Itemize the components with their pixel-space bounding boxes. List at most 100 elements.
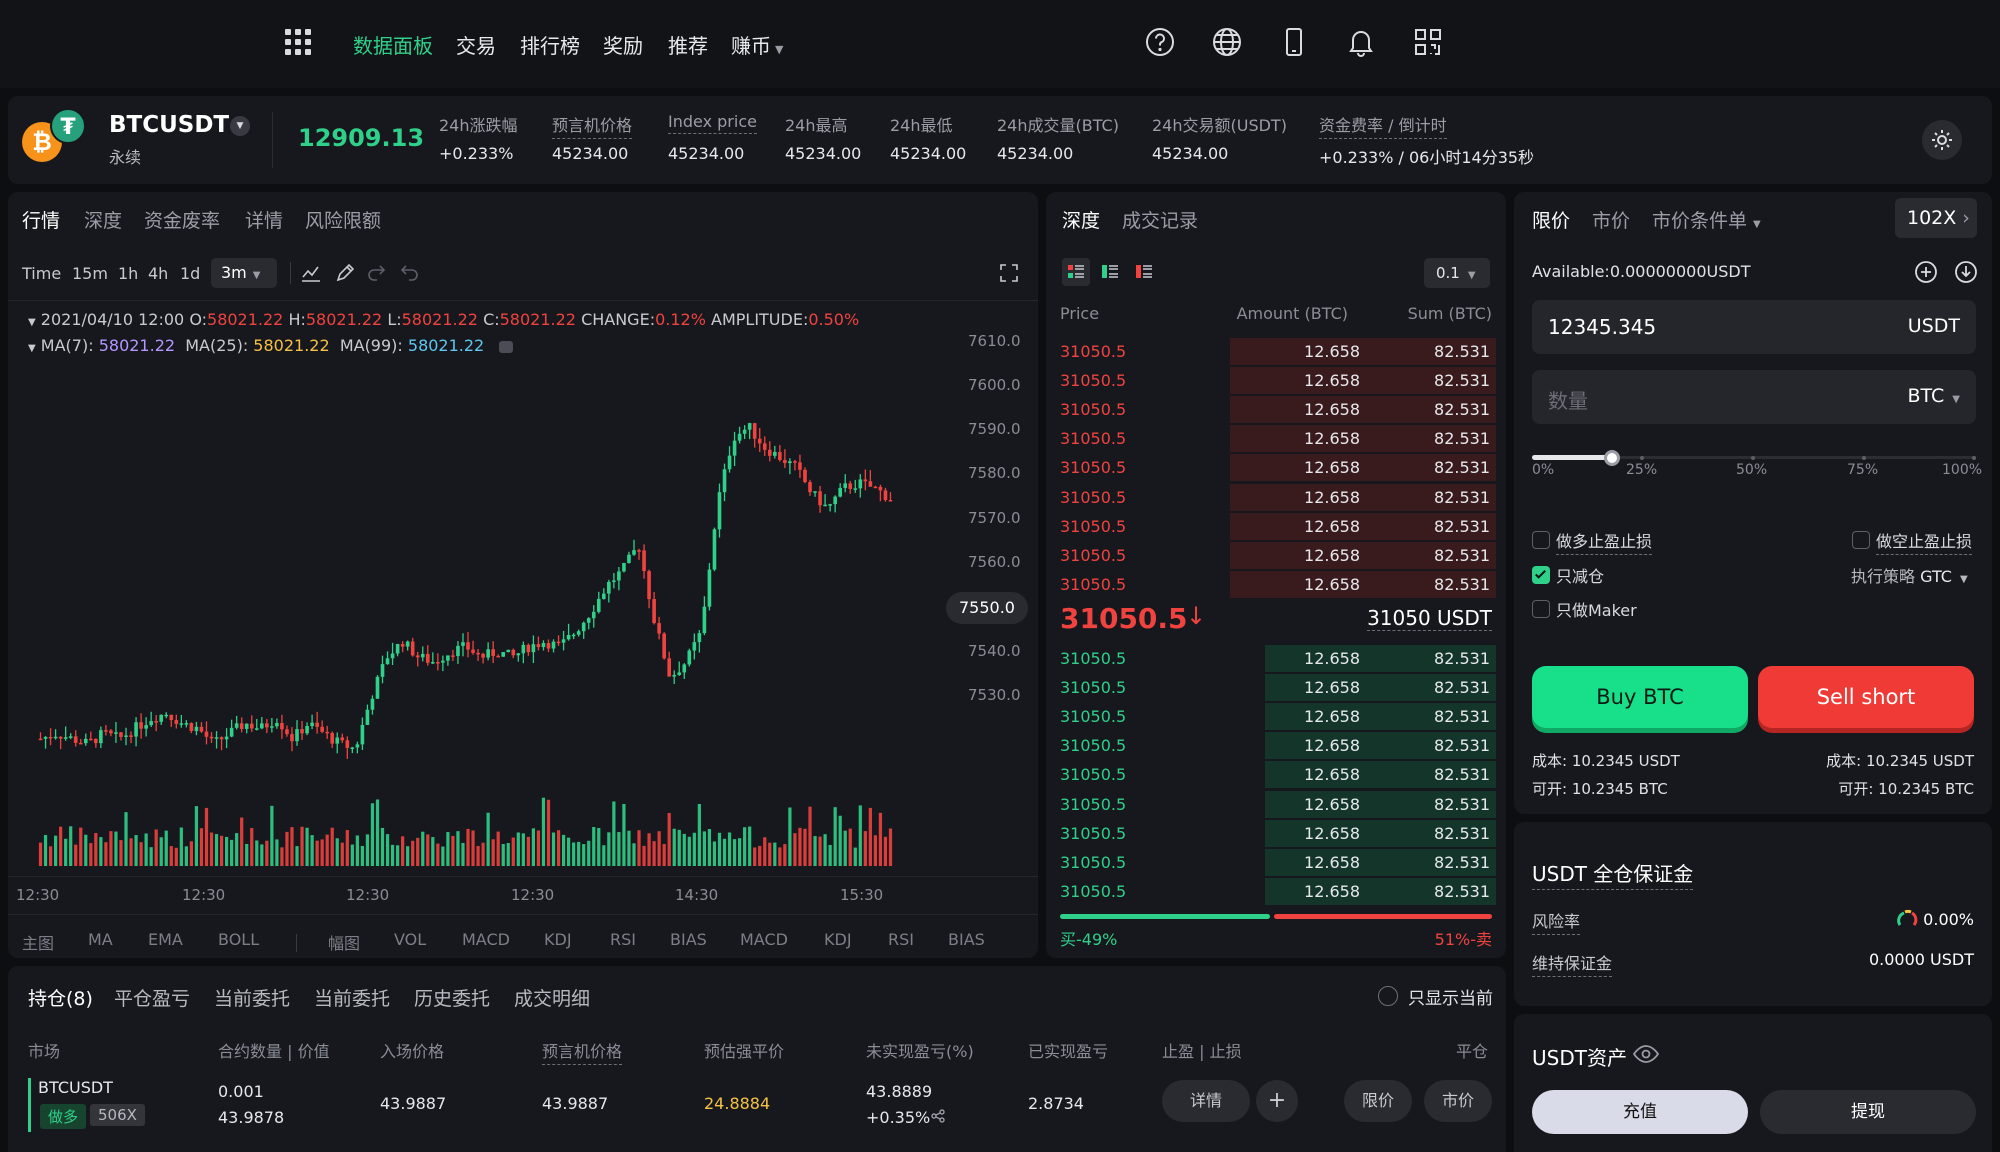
stat-funding-label[interactable]: 资金费率 / 倒计时: [1319, 112, 1447, 139]
quantity-unit-select[interactable]: BTC ▼: [1908, 385, 1961, 407]
stat-oracle-label[interactable]: 预言机价格: [552, 112, 633, 139]
help-icon[interactable]: [1144, 26, 1176, 58]
nav-earn[interactable]: 赚币 ▼: [731, 30, 783, 59]
indicator-kdj[interactable]: KDJ: [824, 930, 852, 949]
bid-row[interactable]: 31050.5 12.658 82.531: [1058, 848, 1496, 877]
reduce-only-label[interactable]: 只减仓: [1556, 563, 1604, 587]
indicator-icon[interactable]: [300, 262, 322, 284]
tpsl-detail-button[interactable]: 详情: [1162, 1080, 1250, 1122]
tab-order-history[interactable]: 历史委托: [414, 984, 490, 1011]
nav-leaderboard[interactable]: 排行榜: [520, 30, 580, 59]
ask-row[interactable]: 31050.5 12.658 82.531: [1058, 512, 1496, 541]
ask-row[interactable]: 31050.5 12.658 82.531: [1058, 453, 1496, 482]
apps-grid-icon[interactable]: [282, 26, 314, 58]
col-oracle-price[interactable]: 预言机价格: [542, 1038, 623, 1065]
ask-row[interactable]: 31050.5 12.658 82.531: [1058, 395, 1496, 424]
stat-index-label[interactable]: Index price: [668, 112, 757, 134]
bid-row[interactable]: 31050.5 12.658 82.531: [1058, 790, 1496, 819]
mid-usdt[interactable]: 31050 USDT: [1367, 606, 1492, 631]
position-market[interactable]: BTCUSDT: [38, 1078, 113, 1097]
long-tpsl-label[interactable]: 做多止盈止损: [1556, 528, 1653, 555]
deposit-button[interactable]: 充值: [1532, 1090, 1748, 1134]
draw-pencil-icon[interactable]: [334, 262, 356, 284]
indicator-vol[interactable]: VOL: [394, 930, 426, 949]
tab-depth[interactable]: 深度: [84, 206, 122, 233]
tab-risk-limit[interactable]: 风险限额: [305, 206, 381, 233]
mobile-icon[interactable]: [1278, 26, 1310, 58]
quantity-input[interactable]: 数量 BTC ▼: [1532, 370, 1976, 424]
tab-limit[interactable]: 限价: [1532, 206, 1570, 233]
tf-1d[interactable]: 1d: [180, 264, 200, 283]
tf-time[interactable]: Time: [22, 264, 61, 283]
short-tpsl-checkbox[interactable]: [1852, 531, 1870, 549]
reduce-only-checkbox[interactable]: [1532, 566, 1550, 584]
nav-trade[interactable]: 交易: [456, 30, 496, 59]
settings-gear-icon[interactable]: [1922, 120, 1962, 160]
short-tpsl-label[interactable]: 做空止盈止损: [1876, 528, 1973, 555]
undo-icon[interactable]: [398, 262, 420, 284]
strategy-select[interactable]: 执行策略 GTC ▼: [1851, 563, 1968, 587]
tab-open-orders-2[interactable]: 当前委托: [314, 984, 390, 1011]
indicator-boll[interactable]: BOLL: [218, 930, 259, 949]
indicator-bias[interactable]: BIAS: [948, 930, 985, 949]
tf-4h[interactable]: 4h: [148, 264, 168, 283]
ask-row[interactable]: 31050.5 12.658 82.531: [1058, 337, 1496, 366]
tf-select[interactable]: 3m ▼: [211, 258, 277, 288]
indicator-ma[interactable]: MA: [88, 930, 113, 949]
nav-dashboard[interactable]: 数据面板: [353, 30, 433, 59]
tab-orderbook[interactable]: 深度: [1062, 206, 1100, 233]
indicator-macd[interactable]: MACD: [462, 930, 510, 949]
indicator-macd[interactable]: MACD: [740, 930, 788, 949]
ask-row[interactable]: 31050.5 12.658 82.531: [1058, 570, 1496, 599]
tab-conditional[interactable]: 市价条件单 ▼: [1652, 206, 1761, 233]
nav-rewards[interactable]: 奖励: [603, 30, 643, 59]
eye-icon[interactable]: [1632, 1042, 1660, 1066]
precision-select[interactable]: 0.1 ▼: [1424, 258, 1490, 288]
slider-handle[interactable]: [1603, 450, 1620, 466]
indicator-主图[interactable]: 主图: [22, 930, 54, 954]
sell-short-button[interactable]: Sell short: [1758, 666, 1974, 728]
tab-market[interactable]: 行情: [22, 206, 60, 233]
tf-15m[interactable]: 15m: [72, 264, 108, 283]
symbol-name[interactable]: BTCUSDT: [109, 112, 229, 138]
transfer-add-icon[interactable]: [1914, 260, 1938, 284]
indicator-bias[interactable]: BIAS: [670, 930, 707, 949]
indicator-rsi[interactable]: RSI: [610, 930, 636, 949]
view-both-icon[interactable]: [1062, 258, 1090, 286]
close-market-button[interactable]: 市价: [1424, 1080, 1492, 1122]
symbol-dropdown-icon[interactable]: ▼: [230, 116, 250, 136]
only-current-label[interactable]: 只显示当前: [1408, 984, 1493, 1009]
maker-only-label[interactable]: 只做Maker: [1556, 597, 1637, 621]
indicator-rsi[interactable]: RSI: [888, 930, 914, 949]
indicator-幅图[interactable]: 幅图: [328, 930, 360, 954]
maker-only-checkbox[interactable]: [1532, 600, 1550, 618]
tf-1h[interactable]: 1h: [118, 264, 138, 283]
tab-funding[interactable]: 资金废率: [144, 206, 220, 233]
bid-row[interactable]: 31050.5 12.658 82.531: [1058, 644, 1496, 673]
indicator-kdj[interactable]: KDJ: [544, 930, 572, 949]
price-input[interactable]: 12345.345 USDT: [1532, 300, 1976, 354]
ask-row[interactable]: 31050.5 12.658 82.531: [1058, 424, 1496, 453]
buy-button[interactable]: Buy BTC: [1532, 666, 1748, 728]
globe-icon[interactable]: [1211, 26, 1243, 58]
view-asks-icon[interactable]: [1130, 258, 1158, 286]
bid-row[interactable]: 31050.5 12.658 82.531: [1058, 673, 1496, 702]
risk-rate-label[interactable]: 风险率: [1532, 908, 1581, 935]
bid-row[interactable]: 31050.5 12.658 82.531: [1058, 877, 1496, 906]
qr-code-icon[interactable]: [1412, 26, 1444, 58]
margin-title[interactable]: USDT 全仓保证金: [1532, 858, 1694, 890]
add-tpsl-button[interactable]: +: [1256, 1080, 1298, 1122]
bid-row[interactable]: 31050.5 12.658 82.531: [1058, 760, 1496, 789]
nav-referral[interactable]: 推荐: [668, 30, 708, 59]
only-current-radio[interactable]: [1378, 986, 1398, 1006]
close-limit-button[interactable]: 限价: [1344, 1080, 1412, 1122]
bid-row[interactable]: 31050.5 12.658 82.531: [1058, 819, 1496, 848]
download-icon[interactable]: [1954, 260, 1978, 284]
redo-icon[interactable]: [366, 262, 388, 284]
withdraw-button[interactable]: 提现: [1760, 1090, 1976, 1134]
tab-positions[interactable]: 持仓(8): [28, 984, 93, 1011]
candlestick-chart[interactable]: [8, 300, 1038, 880]
tab-details[interactable]: 详情: [245, 206, 283, 233]
view-bids-icon[interactable]: [1096, 258, 1124, 286]
long-tpsl-checkbox[interactable]: [1532, 531, 1550, 549]
